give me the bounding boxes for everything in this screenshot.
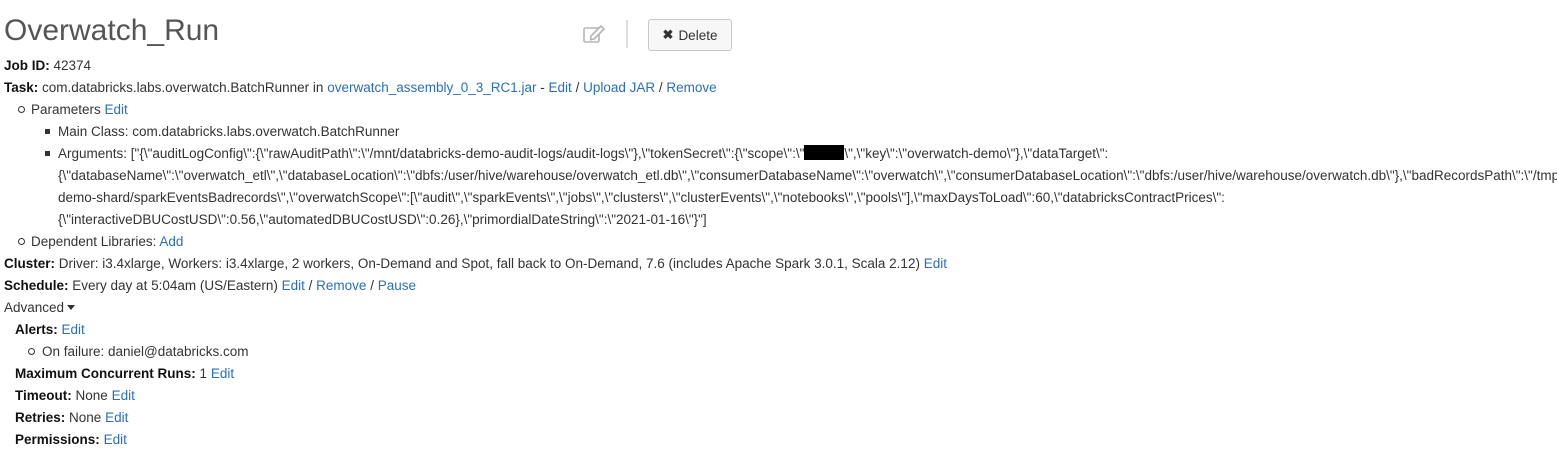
arguments-line: {\"interactiveDBUCostUSD\":0.56,\"automa… bbox=[58, 212, 707, 227]
permissions-edit-link[interactable]: Edit bbox=[104, 432, 127, 447]
delete-button-label: Delete bbox=[678, 27, 718, 43]
arguments-line: demo-shard/sparkEventsBadrecords\",\"ove… bbox=[58, 190, 1225, 205]
parameters-row: Parameters Edit bbox=[31, 99, 128, 121]
timeout-label: Timeout: bbox=[15, 388, 72, 403]
schedule-text: Every day at 5:04am (US/Eastern) bbox=[72, 278, 278, 293]
parameters-edit-link[interactable]: Edit bbox=[105, 102, 128, 117]
dependent-libraries-row: Dependent Libraries: Add bbox=[31, 231, 183, 253]
header-divider bbox=[626, 20, 628, 48]
schedule-remove-link[interactable]: Remove bbox=[316, 278, 366, 293]
list-bullet bbox=[18, 238, 25, 245]
max-concurrent-runs-edit-link[interactable]: Edit bbox=[211, 366, 234, 381]
parameters-label: Parameters bbox=[31, 102, 101, 117]
timeout-row: Timeout: None Edit bbox=[15, 385, 135, 407]
delete-button[interactable]: ✖ Delete bbox=[648, 19, 732, 51]
max-concurrent-runs-value: 1 bbox=[199, 366, 208, 381]
retries-row: Retries: None Edit bbox=[15, 407, 128, 429]
task-edit-link[interactable]: Edit bbox=[549, 80, 572, 95]
task-separator: - bbox=[536, 80, 549, 95]
schedule-separator: / bbox=[366, 278, 378, 293]
task-class: com.databricks.labs.overwatch.BatchRunne… bbox=[42, 80, 324, 95]
task-separator: / bbox=[571, 80, 584, 95]
schedule-edit-link[interactable]: Edit bbox=[282, 278, 305, 293]
timeout-value: None bbox=[75, 388, 108, 403]
retries-label: Retries: bbox=[15, 410, 66, 425]
max-concurrent-runs-label: Maximum Concurrent Runs: bbox=[15, 366, 196, 381]
schedule-row: Schedule: Every day at 5:04am (US/Easter… bbox=[4, 275, 416, 297]
list-bullet bbox=[45, 129, 50, 134]
upload-jar-link[interactable]: Upload JAR bbox=[583, 80, 655, 95]
alerts-edit-link[interactable]: Edit bbox=[62, 322, 85, 337]
list-bullet bbox=[18, 106, 25, 113]
alerts-label: Alerts: bbox=[15, 322, 58, 337]
job-id-label: Job ID: bbox=[4, 58, 50, 73]
permissions-label: Permissions: bbox=[15, 432, 100, 447]
arguments-text: \",\"key\":\"overwatch-demo\"},\"dataTar… bbox=[844, 146, 1109, 161]
page-title: Overwatch_Run bbox=[4, 14, 220, 47]
task-separator: / bbox=[655, 80, 667, 95]
cluster-edit-link[interactable]: Edit bbox=[924, 256, 947, 271]
alerts-row: Alerts: Edit bbox=[15, 319, 85, 341]
list-bullet bbox=[28, 348, 35, 355]
retries-edit-link[interactable]: Edit bbox=[105, 410, 128, 425]
arguments-text: Arguments: ["{\"auditLogConfig\":{\"rawA… bbox=[58, 146, 805, 161]
job-id-value: 42374 bbox=[53, 58, 92, 73]
job-id-row: Job ID: 42374 bbox=[4, 55, 91, 77]
main-class-row: Main Class: com.databricks.labs.overwatc… bbox=[58, 124, 400, 139]
dependent-libraries-add-link[interactable]: Add bbox=[159, 234, 183, 249]
caret-down-icon bbox=[67, 305, 76, 310]
arguments-line: {\"databaseName\":\"overwatch_etl\",\"da… bbox=[58, 168, 1557, 183]
permissions-row: Permissions: Edit bbox=[15, 429, 127, 451]
dependent-libraries-label: Dependent Libraries: bbox=[31, 234, 157, 249]
cluster-description: Driver: i3.4xlarge, Workers: i3.4xlarge,… bbox=[58, 256, 920, 271]
advanced-toggle[interactable]: Advanced bbox=[4, 297, 76, 319]
arguments-line: Arguments: ["{\"auditLogConfig\":{\"rawA… bbox=[58, 143, 1108, 165]
cluster-label: Cluster: bbox=[4, 256, 56, 271]
schedule-label: Schedule: bbox=[4, 278, 69, 293]
advanced-label: Advanced bbox=[4, 300, 65, 315]
retries-value: None bbox=[69, 410, 102, 425]
task-label: Task: bbox=[4, 80, 39, 95]
pencil-edit-icon[interactable] bbox=[582, 24, 606, 44]
redacted-block bbox=[804, 145, 845, 160]
task-row: Task: com.databricks.labs.overwatch.Batc… bbox=[4, 77, 717, 99]
task-jar-link[interactable]: overwatch_assembly_0_3_RC1.jar bbox=[327, 80, 536, 95]
schedule-separator: / bbox=[304, 278, 317, 293]
schedule-pause-link[interactable]: Pause bbox=[378, 278, 416, 293]
max-concurrent-runs-row: Maximum Concurrent Runs: 1 Edit bbox=[15, 363, 234, 385]
list-bullet bbox=[45, 151, 50, 156]
timeout-edit-link[interactable]: Edit bbox=[112, 388, 135, 403]
task-remove-link[interactable]: Remove bbox=[666, 80, 716, 95]
cluster-row: Cluster: Driver: i3.4xlarge, Workers: i3… bbox=[4, 253, 947, 275]
on-failure-row: On failure: daniel@databricks.com bbox=[42, 344, 249, 359]
close-x-icon: ✖ bbox=[662, 27, 674, 42]
